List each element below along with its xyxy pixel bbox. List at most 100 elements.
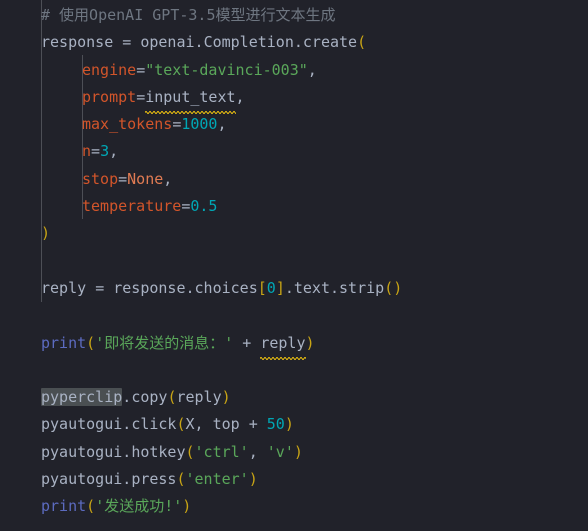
code-token-op: . — [284, 278, 294, 297]
code-line[interactable]: pyperclip.copy(reply) — [0, 384, 588, 411]
code-line[interactable]: response = openai.Completion.create( — [0, 29, 588, 56]
code-token-op: = — [91, 142, 101, 161]
code-line[interactable] — [0, 248, 588, 275]
code-token-op: = — [136, 60, 146, 79]
code-token-string: "text-davinci-003" — [145, 60, 308, 79]
code-token-bracket-1: ( — [86, 333, 96, 352]
code-token-plain: click — [131, 415, 177, 434]
code-token-op: , — [307, 60, 317, 79]
code-content[interactable]: # 使用OpenAI GPT-3.5模型进行文本生成 response = ope… — [0, 0, 588, 521]
code-token-plain: choices — [194, 278, 258, 297]
code-token-func: print — [41, 333, 87, 352]
code-token-op: . — [122, 442, 132, 461]
code-line[interactable]: reply = response.choices[0].text.strip() — [0, 275, 588, 302]
code-token-plain: copy — [131, 388, 168, 407]
code-token-op: = — [118, 169, 128, 188]
code-line[interactable] — [0, 357, 588, 384]
code-token-op: , — [163, 169, 173, 188]
code-token-bracket-1: ( — [176, 415, 186, 434]
code-line[interactable]: # 使用OpenAI GPT-3.5模型进行文本生成 — [0, 2, 588, 29]
code-token-op: , — [248, 442, 258, 461]
code-token-plain: hotkey — [131, 442, 186, 461]
code-line[interactable]: pyautogui.press('enter') — [0, 466, 588, 493]
code-token-plain: response — [104, 278, 186, 297]
code-token-number: 0.5 — [190, 197, 218, 216]
code-line[interactable]: pyautogui.hotkey('ctrl', 'v') — [0, 439, 588, 466]
code-token-plain: text — [293, 278, 330, 297]
code-token-op: . — [330, 278, 340, 297]
code-token-kwarg: stop — [82, 169, 119, 188]
code-token-plain: strip — [339, 278, 385, 297]
code-token-comment: # 使用OpenAI GPT-3.5模型进行文本生成 — [41, 6, 336, 24]
code-line[interactable]: pyautogui.click(X, top + 50) — [0, 411, 588, 438]
occurrence-highlight: pyperclip — [41, 388, 123, 407]
code-token-op: = — [95, 278, 105, 297]
code-token-bracket-1: ) — [293, 442, 303, 461]
code-token-op: = — [136, 87, 146, 106]
code-token-bracket-1: ) — [221, 388, 231, 407]
code-token-kwarg: max_tokens — [82, 115, 173, 134]
code-token-number: 1000 — [181, 115, 218, 134]
code-line[interactable]: n=3, — [0, 138, 588, 165]
code-line[interactable]: ) — [0, 220, 588, 247]
code-line[interactable]: print('即将发送的消息：' + reply) — [0, 329, 588, 360]
code-token-bracket-1: ) — [284, 415, 294, 434]
code-token-bracket-1: ) — [248, 470, 258, 489]
code-line[interactable] — [0, 302, 588, 329]
code-token-op: . — [122, 388, 132, 407]
code-token-bracket-1: ( — [86, 497, 96, 516]
code-token-plain: reply — [41, 278, 96, 297]
code-token-kwarg: prompt — [82, 87, 137, 106]
code-token-kwarg: n — [82, 142, 92, 161]
code-line[interactable]: print('发送成功!') — [0, 493, 588, 520]
code-token-plain: openai — [131, 33, 195, 52]
code-token-string: 'ctrl' — [194, 442, 249, 461]
code-token-plain: X — [185, 415, 195, 434]
code-line[interactable]: max_tokens=1000, — [0, 111, 588, 138]
code-token-op: = — [172, 115, 182, 134]
code-token-plain: Completion — [203, 33, 294, 52]
code-token-plain: reply — [176, 388, 222, 407]
code-token-op: . — [185, 278, 195, 297]
code-token-op: = — [122, 33, 132, 52]
code-token-string: 'v' — [266, 442, 294, 461]
code-token-op: . — [122, 415, 132, 434]
code-token-plain: reply — [260, 333, 306, 352]
code-token-keyword: None — [127, 169, 164, 188]
code-token-op: . — [293, 33, 303, 52]
code-token-bracket-1: ( — [185, 442, 195, 461]
code-token-plain: top — [203, 415, 249, 434]
code-token-plain: create — [302, 33, 358, 52]
code-line[interactable]: temperature=0.5 — [0, 193, 588, 220]
code-line[interactable]: prompt=input_text, — [0, 83, 588, 114]
code-token-bracket-1: ( — [357, 33, 367, 52]
code-token-op: + — [248, 415, 258, 434]
code-token-bracket-1: ) — [182, 497, 192, 516]
code-token-op: , — [235, 87, 245, 106]
code-token-string: 'enter' — [185, 470, 249, 489]
code-editor[interactable]: # 使用OpenAI GPT-3.5模型进行文本生成 response = ope… — [0, 0, 588, 531]
code-token-plain: pyautogui — [41, 442, 123, 461]
code-token-op: , — [194, 415, 204, 434]
code-token-op: . — [122, 470, 132, 489]
code-token-plain: response — [41, 33, 123, 52]
code-token-op: + — [242, 333, 252, 352]
code-line[interactable]: stop=None, — [0, 166, 588, 193]
code-token-kwarg: engine — [82, 60, 137, 79]
code-line[interactable]: engine="text-davinci-003", — [0, 57, 588, 84]
code-token-bracket-1: ] — [275, 278, 285, 297]
code-token-bracket-1: ) — [41, 224, 51, 243]
code-token-string: '发送成功!' — [95, 497, 183, 516]
code-token-bracket-1: () — [384, 278, 403, 297]
warning-underline: reply — [260, 329, 306, 360]
code-token-number: 3 — [100, 142, 110, 161]
code-token-bracket-1: [ — [257, 278, 267, 297]
code-token-op: . — [194, 33, 204, 52]
warning-underline: input_text — [145, 83, 236, 114]
code-token-number: 0 — [266, 278, 276, 297]
code-token-bracket-1: ( — [176, 470, 186, 489]
